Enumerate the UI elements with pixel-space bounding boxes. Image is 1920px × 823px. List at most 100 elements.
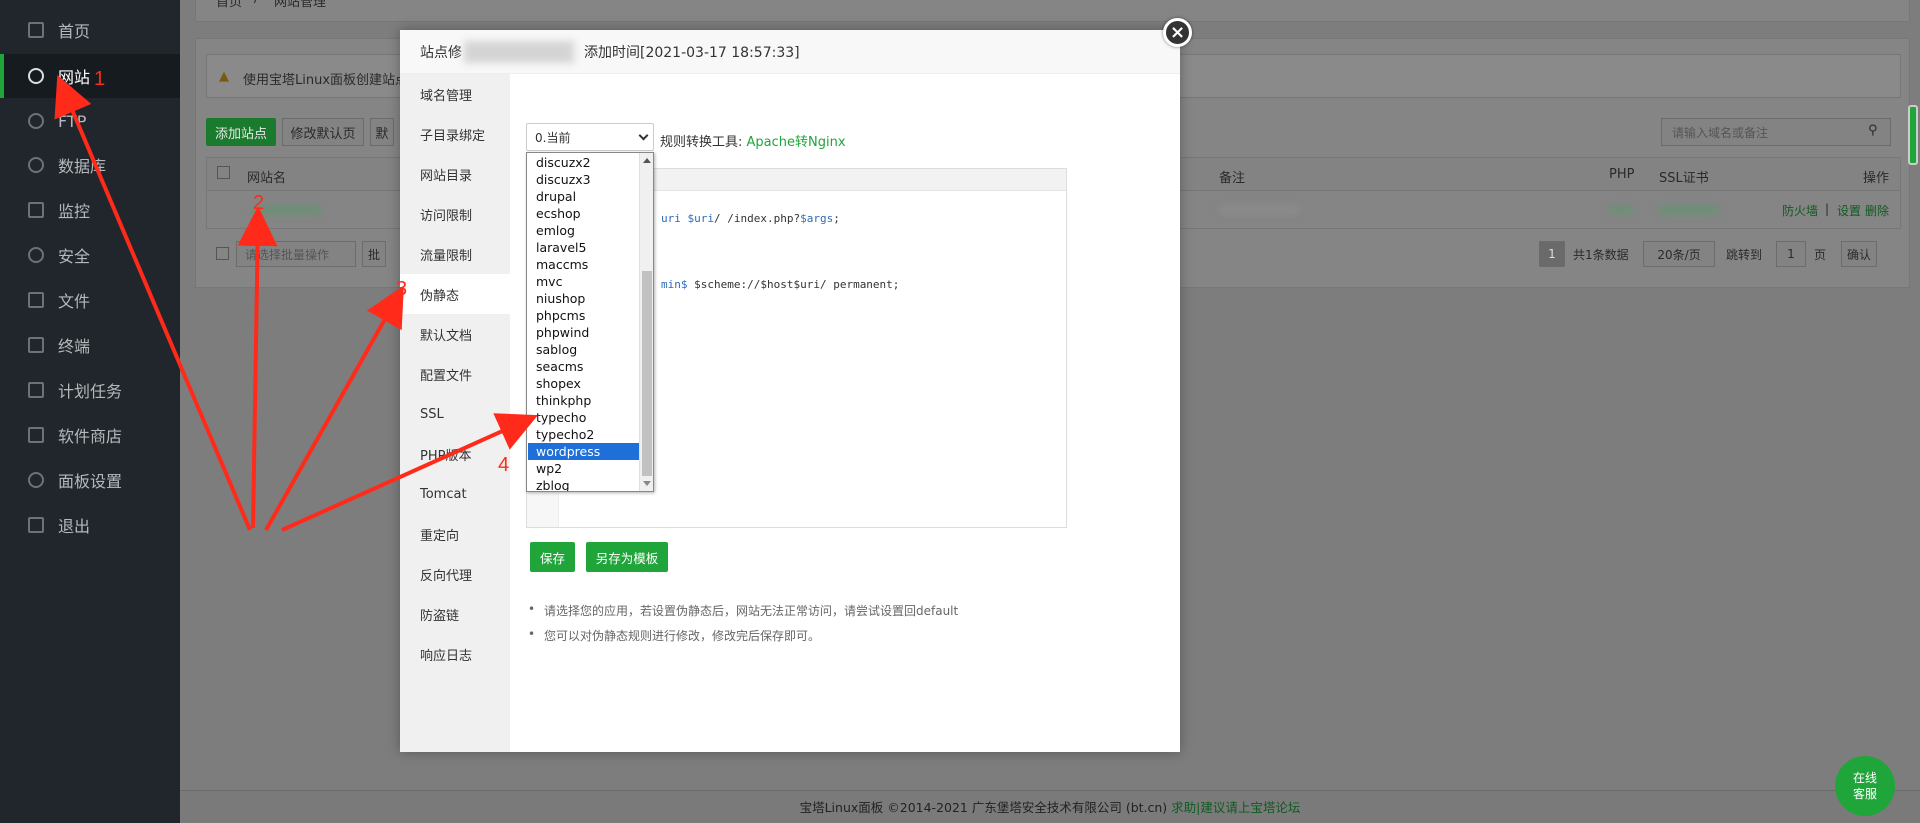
scrollbar-thumb[interactable]	[642, 271, 652, 476]
sidebar-item-label: 计划任务	[58, 382, 123, 401]
ssl-value	[1659, 205, 1719, 215]
dropdown-option-sablog[interactable]: sablog	[528, 341, 639, 358]
tab-domain[interactable]: 域名管理	[400, 74, 510, 114]
sidebar-item-terminal[interactable]: 终端	[0, 323, 180, 367]
save-button[interactable]: 保存	[530, 542, 575, 572]
per-page-select[interactable]: 20条/页	[1643, 241, 1715, 267]
search-icon[interactable]: ⚲	[1868, 123, 1878, 138]
tab-access-limit[interactable]: 访问限制	[400, 194, 510, 234]
tab-default-doc[interactable]: 默认文档	[400, 314, 510, 354]
delete-link[interactable]: 删除	[1865, 202, 1889, 219]
ftp-icon	[28, 113, 44, 129]
dropdown-option-mvc[interactable]: mvc	[528, 273, 639, 290]
code-line-try-files: uri $uri/ /index.php?$args;	[661, 212, 840, 225]
footer-forum-link[interactable]: 求助|建议请上宝塔论坛	[1171, 800, 1300, 815]
dropdown-option-wordpress[interactable]: wordpress	[528, 443, 639, 460]
tab-traffic-limit[interactable]: 流量限制	[400, 234, 510, 274]
dropdown-option-discuzx2[interactable]: discuzx2	[528, 154, 639, 171]
jump-input[interactable]: 1	[1776, 241, 1806, 267]
site-settings-modal: 站点修 添加时间[2021-03-17 18:57:33] 域名管理 子目录绑定…	[400, 30, 1180, 752]
dropdown-option-typecho[interactable]: typecho	[528, 409, 639, 426]
scroll-down-icon[interactable]	[643, 481, 651, 486]
search-input[interactable]: 请输入域名或备注	[1661, 118, 1891, 146]
select-all-checkbox[interactable]	[217, 166, 230, 179]
monitor-icon	[28, 202, 44, 218]
sidebar-item-label: 终端	[58, 337, 91, 356]
tab-redirect[interactable]: 重定向	[400, 514, 510, 554]
sidebar-item-label: 退出	[58, 517, 91, 536]
tab-php-version[interactable]: PHP版本	[400, 434, 510, 474]
dropdown-option-zblog[interactable]: zblog	[528, 477, 639, 491]
dropdown-option-phpwind[interactable]: phpwind	[528, 324, 639, 341]
dropdown-scrollbar[interactable]	[639, 153, 653, 491]
dropdown-option-ecshop[interactable]: ecshop	[528, 205, 639, 222]
dropdown-option-wp2[interactable]: wp2	[528, 460, 639, 477]
sidebar-item-settings[interactable]: 面板设置	[0, 458, 180, 502]
folder-icon	[28, 292, 44, 308]
batch-checkbox[interactable]	[216, 247, 229, 260]
firewall-link[interactable]: 防火墙	[1782, 202, 1818, 219]
modify-default-page-button[interactable]: 修改默认页	[282, 118, 364, 146]
sidebar-item-home[interactable]: 首页	[0, 8, 180, 52]
col-ssl: SSL证书	[1659, 171, 1709, 186]
tab-ssl[interactable]: SSL	[400, 394, 510, 434]
close-icon[interactable]: ×	[1163, 18, 1192, 47]
modal-title-time: 添加时间[2021-03-17 18:57:33]	[584, 44, 800, 61]
dropdown-option-thinkphp[interactable]: thinkphp	[528, 392, 639, 409]
warning-icon: ▲	[219, 69, 229, 84]
total-count: 共1条数据	[1573, 248, 1629, 262]
sidebar-item-ftp[interactable]: FTP	[0, 99, 180, 143]
tab-config-file[interactable]: 配置文件	[400, 354, 510, 394]
convert-tool: 规则转换工具: Apache转Nginx	[660, 131, 846, 150]
shield-icon	[28, 247, 44, 263]
dropdown-option-drupal[interactable]: drupal	[528, 188, 639, 205]
save-as-template-button[interactable]: 另存为模板	[586, 542, 668, 572]
modal-title-sitename	[464, 40, 574, 63]
jump-confirm-button[interactable]: 确认	[1841, 241, 1877, 267]
rewrite-template-dropdown[interactable]: discuzx2 discuzx3 drupal ecshop emlog laravel…	[526, 152, 654, 492]
tab-reverse-proxy[interactable]: 反向代理	[400, 554, 510, 594]
sidebar-item-store[interactable]: 软件商店	[0, 413, 180, 457]
sidebar-item-website[interactable]: 网站	[0, 54, 180, 98]
footer: 宝塔Linux面板 ©2014-2021 广东堡塔安全技术有限公司 (bt.cn…	[180, 790, 1920, 823]
sidebar-item-files[interactable]: 文件	[0, 278, 180, 322]
dropdown-option-laravel5[interactable]: laravel5	[528, 239, 639, 256]
batch-button[interactable]: 批	[362, 241, 386, 267]
rewrite-template-select[interactable]: 0.当前	[526, 123, 654, 151]
tab-subdir[interactable]: 子目录绑定	[400, 114, 510, 154]
dropdown-option-phpcms[interactable]: phpcms	[528, 307, 639, 324]
jump-label: 跳转到	[1726, 248, 1763, 262]
scroll-up-icon[interactable]	[643, 158, 651, 163]
dropdown-option-maccms[interactable]: maccms	[528, 256, 639, 273]
dropdown-option-discuzx3[interactable]: discuzx3	[528, 171, 639, 188]
php-value	[1609, 205, 1633, 215]
sidebar-item-security[interactable]: 安全	[0, 233, 180, 277]
col-site-name[interactable]: 网站名	[247, 167, 286, 186]
page-scrollbar[interactable]	[1908, 105, 1918, 165]
col-actions: 操作	[1863, 171, 1890, 186]
page-number[interactable]: 1	[1539, 241, 1565, 267]
settings-link[interactable]: 设置	[1837, 202, 1861, 219]
apache-to-nginx-link[interactable]: Apache转Nginx	[747, 135, 846, 150]
dropdown-option-emlog[interactable]: emlog	[528, 222, 639, 239]
tab-tomcat[interactable]: Tomcat	[400, 474, 510, 514]
tab-response-log[interactable]: 响应日志	[400, 634, 510, 674]
tab-rewrite[interactable]: 伪静态	[400, 274, 510, 314]
dropdown-option-typecho2[interactable]: typecho2	[528, 426, 639, 443]
sidebar-item-cron[interactable]: 计划任务	[0, 368, 180, 412]
add-site-button[interactable]: 添加站点	[206, 118, 276, 146]
modal-tabs: 域名管理 子目录绑定 网站目录 访问限制 流量限制 伪静态 默认文档 配置文件 …	[400, 74, 510, 752]
sidebar-item-monitor[interactable]: 监控	[0, 188, 180, 232]
dropdown-option-niushop[interactable]: niushop	[528, 290, 639, 307]
tab-hotlink[interactable]: 防盗链	[400, 594, 510, 634]
batch-select[interactable]: 请选择批量操作	[236, 241, 356, 267]
breadcrumb-home[interactable]: 首页	[216, 0, 242, 10]
default-site-button[interactable]: 默	[370, 118, 394, 146]
sidebar-item-database[interactable]: 数据库	[0, 143, 180, 187]
sidebar-item-logout[interactable]: 退出	[0, 503, 180, 547]
online-service-button[interactable]: 在线 客服	[1835, 756, 1895, 816]
dropdown-option-seacms[interactable]: seacms	[528, 358, 639, 375]
dropdown-option-shopex[interactable]: shopex	[528, 375, 639, 392]
rewrite-panel: 0.当前 规则转换工具: Apache转Nginx uri $uri/ /ind…	[510, 74, 1180, 752]
tab-site-dir[interactable]: 网站目录	[400, 154, 510, 194]
